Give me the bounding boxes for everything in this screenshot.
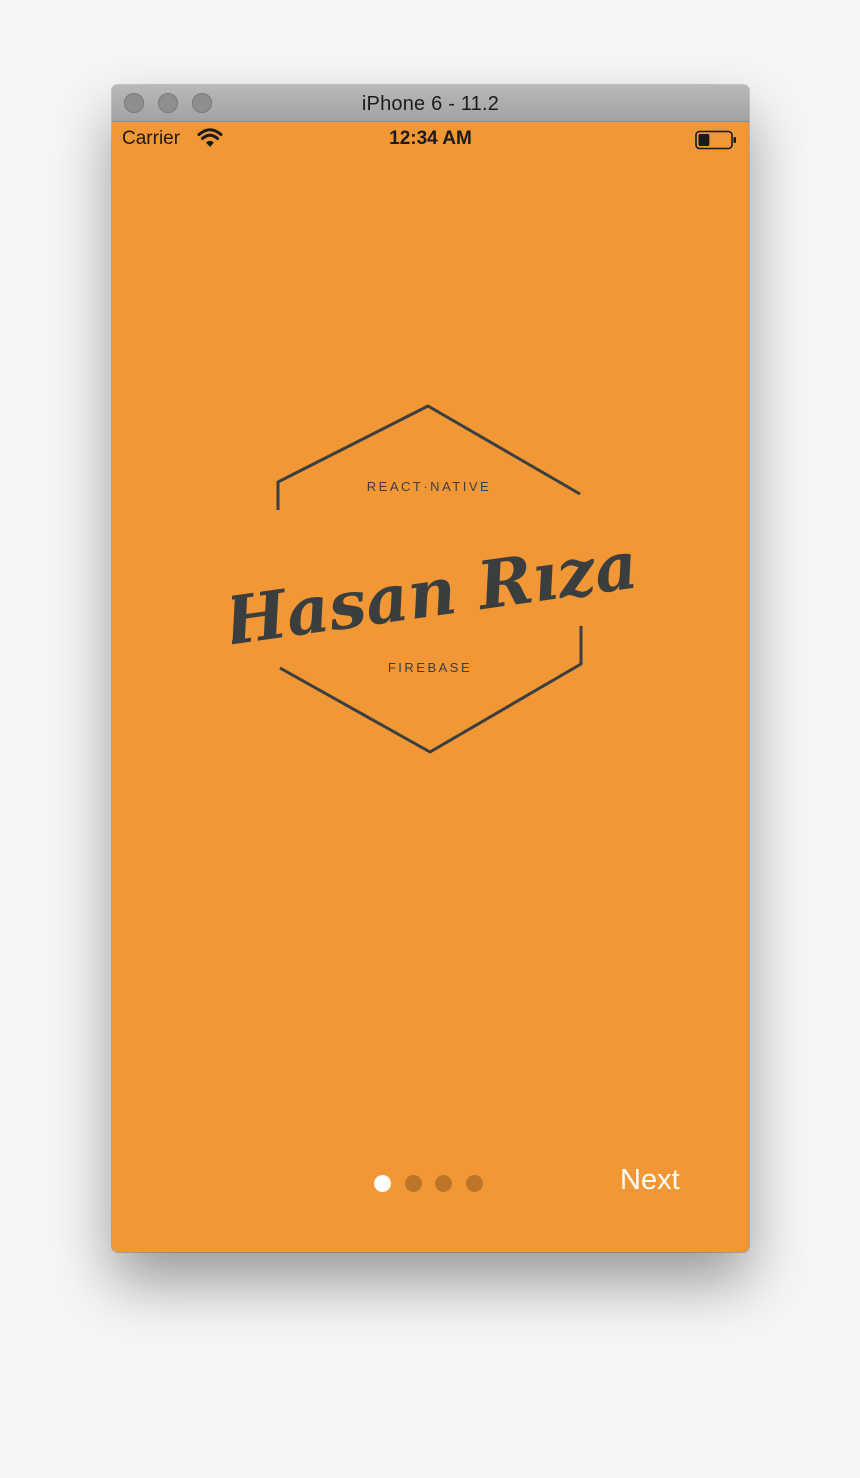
app-screen: Carrier 12:34 AM REACT·NATIVE Hasan Rıza…	[112, 122, 749, 1252]
page-dot[interactable]	[465, 1175, 483, 1192]
next-button[interactable]: Next	[620, 1164, 680, 1197]
page-dot[interactable]	[435, 1175, 452, 1192]
logo-badge: REACT·NATIVE Hasan Rıza FIREBASE	[232, 404, 642, 754]
title-bar[interactable]: iPhone 6 - 11.2	[112, 85, 749, 122]
desktop: iPhone 6 - 11.2 Carrier 12:34 AM REACT·N…	[0, 0, 860, 1478]
page-dot[interactable]	[374, 1175, 391, 1192]
simulator-window: iPhone 6 - 11.2 Carrier 12:34 AM REACT·N…	[112, 85, 749, 1252]
status-bar: Carrier 12:34 AM	[112, 122, 749, 158]
hexagon-top-edge	[276, 404, 581, 510]
logo-bottom-text: FIREBASE	[388, 660, 472, 675]
page-dot[interactable]	[404, 1175, 422, 1192]
window-title: iPhone 6 - 11.2	[361, 93, 500, 115]
status-time: 12:34 AM	[389, 128, 472, 149]
logo-top-text: REACT·NATIVE	[367, 479, 491, 494]
battery-icon	[695, 130, 736, 150]
